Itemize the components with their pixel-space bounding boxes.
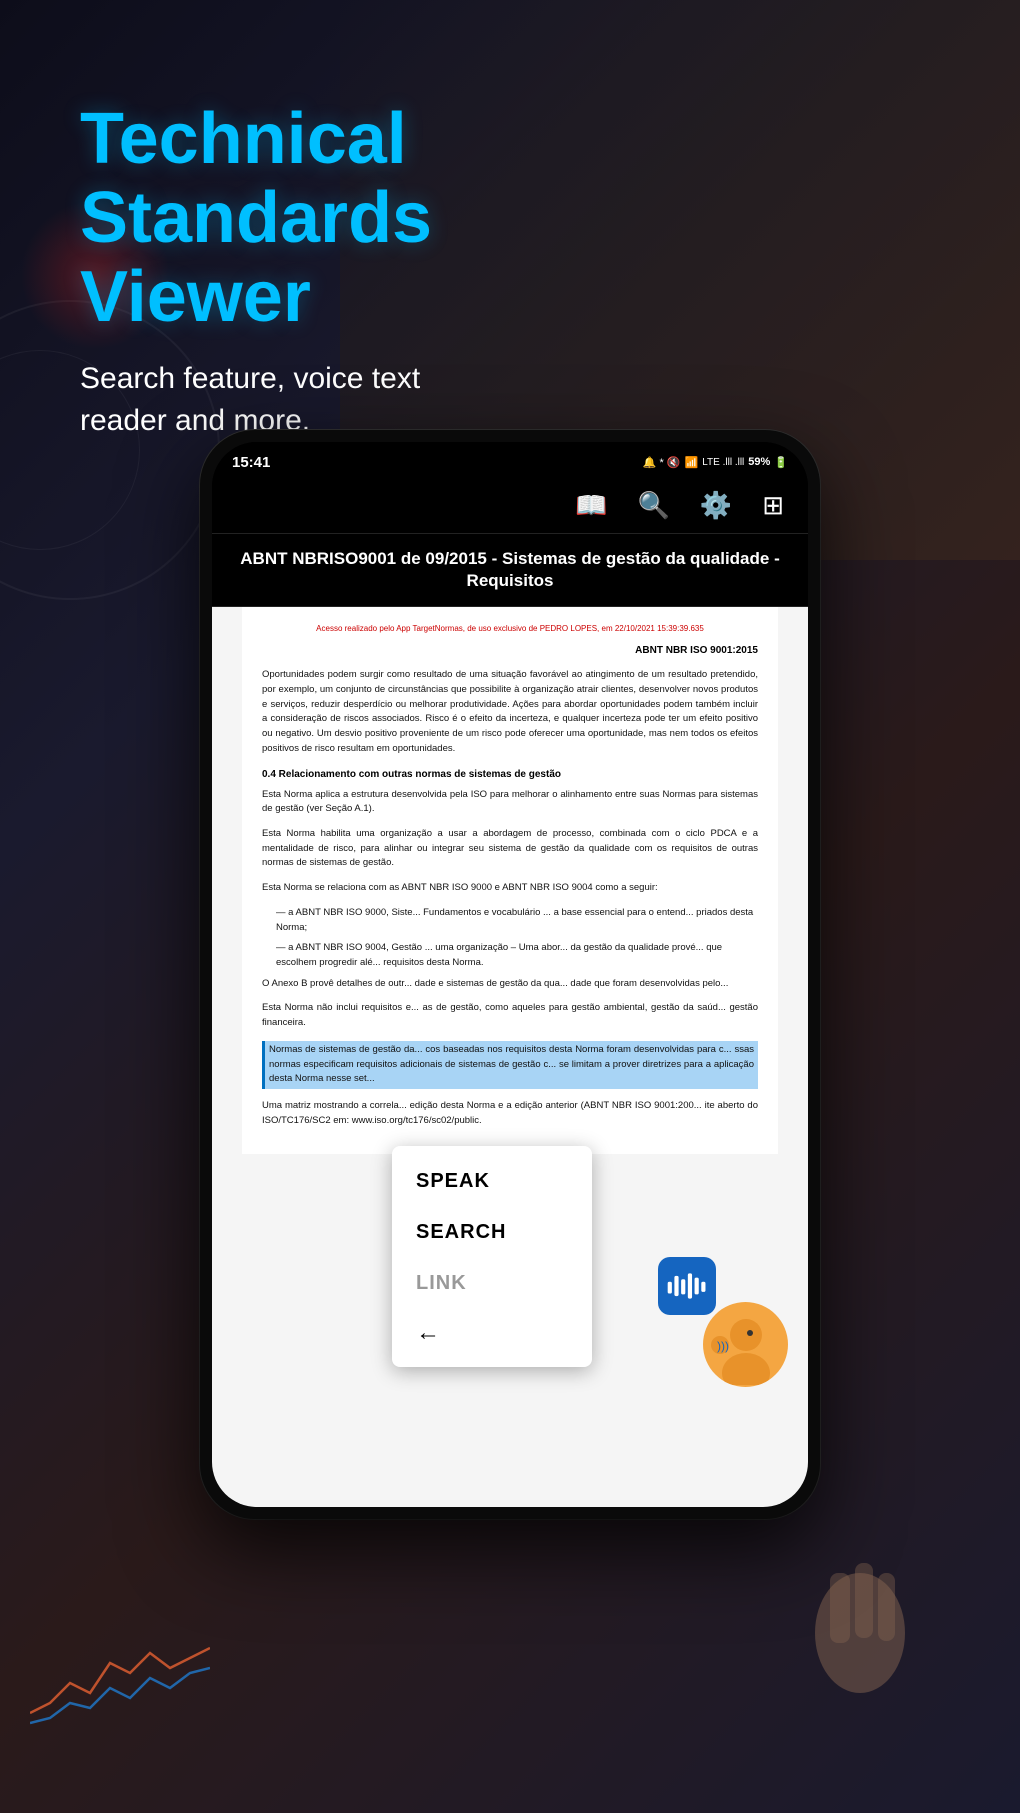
search-icon[interactable]: 🔍 [637,490,669,521]
status-bar: 15:41 🔔 * 🔇 📶 LTE .lll .lll 59% 🔋 [212,442,808,478]
context-menu-popup[interactable]: SPEAK SEARCH LINK ← [392,1146,592,1367]
context-menu-back[interactable]: ← [392,1309,592,1357]
battery-icon: 🔋 [774,456,788,469]
paragraph-opportunities: Oportunidades podem surgir como resultad… [262,668,758,756]
paragraph-highlighted: Normas de sistemas de gestão da... cos b… [262,1041,758,1089]
bullet-9000: — a ABNT NBR ISO 9000, Siste... Fundamen… [276,906,758,935]
header-area: Technical Standards Viewer Search featur… [80,100,432,442]
chart-decoration [30,1633,210,1733]
app-title: Technical Standards Viewer [80,100,432,338]
face-svg: ))) [706,1305,786,1385]
book-icon[interactable]: 📖 [575,490,607,521]
norm-reference: ABNT NBR ISO 9001:2015 [262,643,758,658]
title-line3: Viewer [80,258,432,337]
voice-mascot: ))) [658,1257,788,1387]
phone-screen: 15:41 🔔 * 🔇 📶 LTE .lll .lll 59% 🔋 📖 🔍 ⚙️… [212,442,808,1507]
context-menu-link[interactable]: LINK [392,1258,592,1309]
battery-indicator: 59% [748,456,770,468]
document-page: Acesso realizado pelo App TargetNormas, … [242,607,778,1154]
paragraph-norma-nao-inclui: Esta Norma não inclui requisitos e... as… [262,1001,758,1030]
context-menu-speak[interactable]: SPEAK [392,1156,592,1207]
svg-text:))): ))) [717,1339,729,1353]
paragraph-matriz: Uma matriz mostrando a correla... edição… [262,1099,758,1128]
notification-icons: 🔔 * 🔇 [643,456,681,469]
title-line2: Standards [80,179,432,258]
settings-icon[interactable]: ⚙️ [700,490,732,521]
wave-animation-bubble [658,1257,716,1315]
status-time: 15:41 [232,454,270,471]
bullet-9004: — a ABNT NBR ISO 9004, Gestão ... uma or… [276,941,758,970]
app-toolbar: 📖 🔍 ⚙️ ⊞ [212,478,808,534]
wave-bars-svg [666,1266,708,1306]
paragraph-norma-habilita: Esta Norma habilita uma organização a us… [262,827,758,871]
mascot-face: ))) [703,1302,788,1387]
signal-icons: LTE .lll .lll [702,457,744,468]
status-icons: 🔔 * 🔇 📶 LTE .lll .lll 59% 🔋 [643,456,788,469]
title-line1: Technical [80,100,432,179]
document-content[interactable]: Acesso realizado pelo App TargetNormas, … [212,607,808,1507]
paragraph-norma-relaciona: Esta Norma se relaciona com as ABNT NBR … [262,881,758,896]
document-watermark: Acesso realizado pelo App TargetNormas, … [262,623,758,635]
phone-outer-shell: 15:41 🔔 * 🔇 📶 LTE .lll .lll 59% 🔋 📖 🔍 ⚙️… [200,430,820,1519]
hand-decoration [800,1513,980,1763]
phone-mockup: 15:41 🔔 * 🔇 📶 LTE .lll .lll 59% 🔋 📖 🔍 ⚙️… [200,430,820,1519]
hand-svg [800,1513,920,1713]
document-title-bar: ABNT NBRISO9001 de 09/2015 - Sistemas de… [212,534,808,607]
line-chart-svg [30,1633,210,1733]
wifi-icon: 📶 [685,456,699,469]
document-title: ABNT NBRISO9001 de 09/2015 - Sistemas de… [232,548,788,592]
paragraph-anexo-b: O Anexo B provê detalhes de outr... dade… [262,977,758,992]
grid-icon[interactable]: ⊞ [762,490,784,521]
section-title-04: 0.4 Relacionamento com outras normas de … [262,767,758,782]
context-menu-search[interactable]: SEARCH [392,1207,592,1258]
paragraph-norma-aplica: Esta Norma aplica a estrutura desenvolvi… [262,788,758,817]
app-subtitle: Search feature, voice text reader and mo… [80,358,430,442]
